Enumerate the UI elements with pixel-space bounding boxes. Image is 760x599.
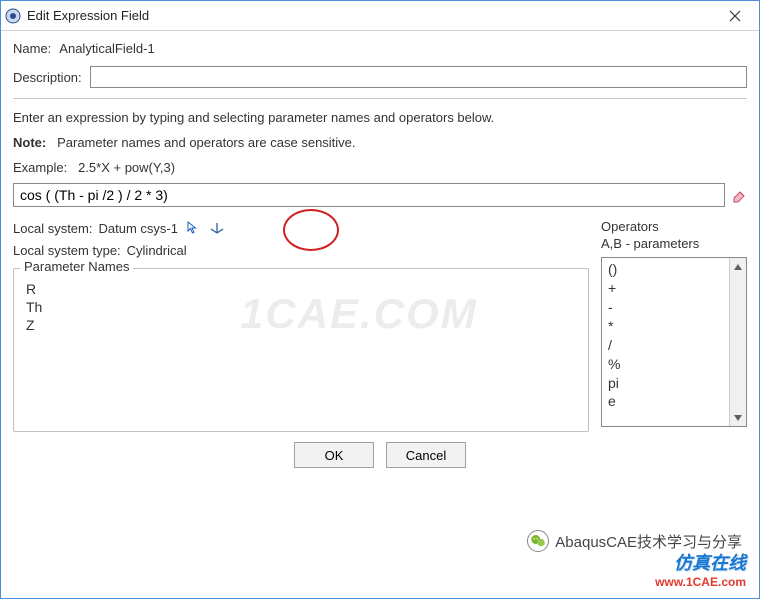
operators-list: () + - * / % pi e [601, 257, 747, 427]
list-item[interactable]: R [26, 281, 576, 297]
separator [13, 98, 747, 99]
note-row: Note: Parameter names and operators are … [13, 135, 747, 150]
app-icon [5, 8, 21, 24]
list-item[interactable]: Th [26, 299, 576, 315]
local-system-value: Datum csys-1 [98, 221, 177, 236]
local-system-type-label: Local system type: [13, 243, 121, 258]
note-text: Parameter names and operators are case s… [57, 135, 355, 150]
window-title: Edit Expression Field [27, 8, 715, 23]
list-item[interactable]: + [608, 279, 723, 298]
scrollbar[interactable] [729, 258, 746, 426]
wechat-icon [527, 530, 549, 552]
example-row: Example: 2.5*X + pow(Y,3) [13, 160, 747, 175]
list-item[interactable]: % [608, 355, 723, 374]
scroll-up-icon[interactable] [730, 258, 746, 275]
description-input[interactable] [90, 66, 747, 88]
brand-overlay: 仿真在线 www.1CAE.com [655, 553, 746, 589]
list-item[interactable]: pi [608, 374, 723, 393]
local-system-type-value: Cylindrical [127, 243, 187, 258]
example-label: Example: [13, 160, 67, 175]
name-value: AnalyticalField-1 [59, 41, 154, 56]
ok-button[interactable]: OK [294, 442, 374, 468]
brand-cn: 仿真在线 [655, 553, 746, 575]
operators-subtitle: A,B - parameters [601, 236, 747, 251]
list-item[interactable]: - [608, 298, 723, 317]
parameter-list[interactable]: R Th Z [20, 277, 582, 425]
pick-csys-cursor-icon[interactable] [184, 219, 202, 237]
local-system-label: Local system: [13, 221, 92, 236]
list-item[interactable]: () [608, 260, 723, 279]
name-label: Name: [13, 41, 51, 56]
list-item[interactable]: e [608, 392, 723, 411]
list-item[interactable]: Z [26, 317, 576, 333]
eraser-icon[interactable] [731, 187, 747, 203]
instruction-text: Enter an expression by typing and select… [13, 109, 747, 127]
list-item[interactable]: / [608, 336, 723, 355]
titlebar: Edit Expression Field [1, 1, 759, 31]
note-label: Note: [13, 135, 46, 150]
parameter-names-group: Parameter Names R Th Z [13, 268, 589, 432]
example-text: 2.5*X + pow(Y,3) [78, 160, 175, 175]
wechat-overlay: AbaqusCAE技术学习与分享 [523, 528, 746, 554]
wechat-channel-text: AbaqusCAE技术学习与分享 [555, 531, 742, 552]
operators-title: Operators [601, 219, 747, 234]
scroll-track[interactable] [730, 275, 746, 409]
close-button[interactable] [715, 3, 755, 29]
cancel-button[interactable]: Cancel [386, 442, 466, 468]
csys-axes-icon[interactable] [208, 219, 226, 237]
expression-input[interactable] [13, 183, 725, 207]
list-item[interactable]: * [608, 317, 723, 336]
description-label: Description: [13, 70, 82, 85]
brand-url: www.1CAE.com [655, 575, 746, 589]
parameter-names-title: Parameter Names [20, 259, 133, 274]
scroll-down-icon[interactable] [730, 409, 746, 426]
